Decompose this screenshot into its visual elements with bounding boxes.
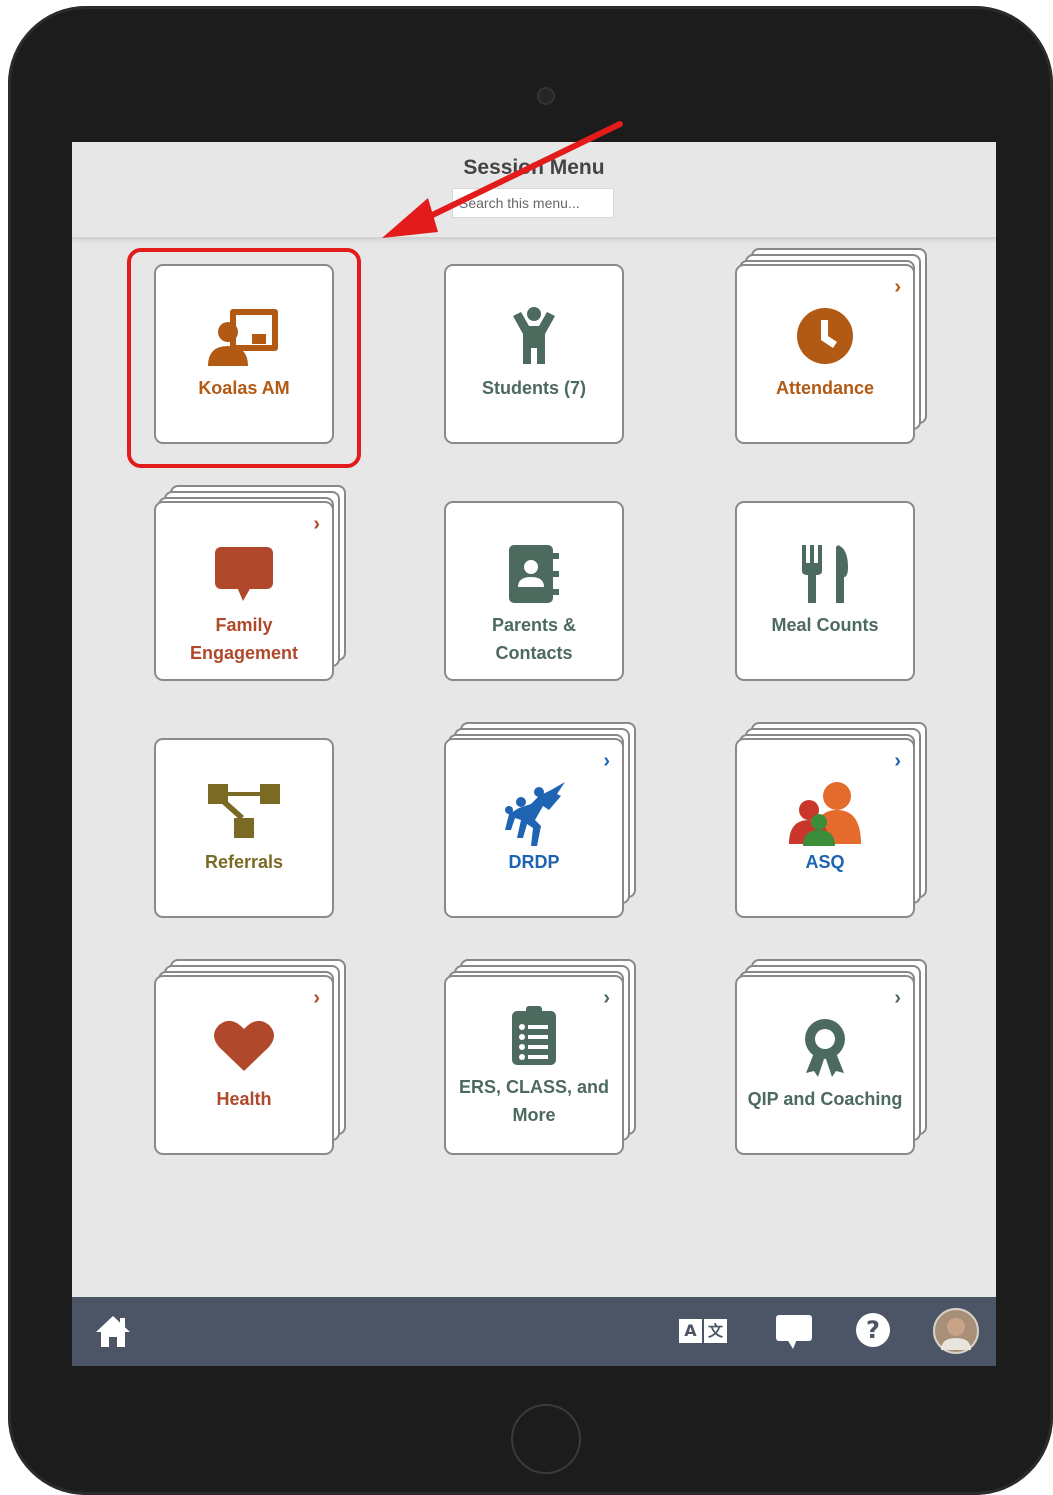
tile-label: Meal Counts (771, 615, 879, 635)
search-input[interactable] (452, 188, 614, 218)
tile-label: ASQ (805, 852, 845, 872)
tile-family-engagement-wrap: › Family Engagement (154, 485, 350, 697)
chevron-right-icon: › (603, 750, 610, 772)
chevron-right-icon: › (313, 987, 320, 1009)
drdp-logo-icon (505, 782, 565, 846)
speech-bubble-icon (215, 547, 273, 601)
tile-label: Parents & Contacts (491, 615, 577, 663)
tile-qip-coaching-wrap: › QIP and Coaching (735, 959, 931, 1171)
tile-qip-coaching[interactable]: › QIP and Coaching (735, 975, 915, 1155)
tile-label: DRDP (508, 852, 560, 872)
address-book-icon (509, 545, 559, 603)
tile-parents-contacts[interactable]: Parents & Contacts (444, 501, 624, 681)
clipboard-list-icon (512, 1006, 556, 1065)
tile-referrals-wrap: Referrals (154, 738, 350, 934)
tile-label: Referrals (204, 852, 284, 872)
tile-health[interactable]: › Health (154, 975, 334, 1155)
tile-family-engagement[interactable]: › Family Engagement (154, 501, 334, 681)
tile-referrals[interactable]: Referrals (154, 738, 334, 918)
tile-drdp-wrap: › DRDP (444, 722, 640, 934)
sitemap-icon (208, 784, 280, 838)
page-title: Session Menu (463, 156, 605, 179)
tile-parents-contacts-wrap: Parents & Contacts (444, 501, 640, 697)
tile-label: QIP and Coaching (747, 1089, 903, 1109)
device-home-button[interactable] (511, 1404, 581, 1474)
session-menu-header: Session Menu (72, 142, 996, 239)
tile-health-wrap: › Health (154, 959, 350, 1171)
tile-ers-class-more[interactable]: › ERS, CLASS, and More (444, 975, 624, 1155)
utensils-icon (802, 545, 848, 603)
chat-icon[interactable] (775, 1313, 813, 1351)
tile-label: Attendance (775, 378, 874, 398)
help-icon[interactable]: ? (856, 1313, 890, 1347)
tile-attendance-wrap: › Attendance (735, 248, 931, 460)
screen: Session Menu Koalas AM Students (7) (72, 142, 996, 1366)
chevron-right-icon: › (894, 276, 901, 298)
chevron-right-icon: › (894, 987, 901, 1009)
translate-glyph-cjk: 文 (704, 1319, 727, 1343)
translate-icon[interactable]: A 文 (679, 1319, 729, 1343)
chevron-right-icon: › (313, 513, 320, 535)
asq-logo-icon (789, 782, 861, 846)
tile-label: ERS, CLASS, and More (458, 1077, 610, 1125)
award-ribbon-icon (805, 1019, 845, 1077)
tile-ers-class-wrap: › ERS, CLASS, and More (444, 959, 640, 1171)
tile-label: Students (7) (481, 378, 586, 398)
tile-attendance[interactable]: › Attendance (735, 264, 915, 444)
tile-drdp[interactable]: › DRDP (444, 738, 624, 918)
tile-students[interactable]: Students (7) (444, 264, 624, 444)
clock-icon (797, 308, 853, 364)
bottom-toolbar: A 文 ? (72, 1297, 996, 1366)
user-avatar[interactable] (933, 1308, 979, 1354)
tile-label: Family Engagement (189, 615, 299, 663)
tile-students-wrap: Students (7) (444, 264, 640, 460)
heart-icon (214, 1020, 274, 1071)
tile-label: Health (216, 1089, 272, 1109)
camera-dot (537, 87, 555, 105)
tile-asq-wrap: › ASQ (735, 722, 931, 934)
highlight-box (127, 248, 361, 468)
chevron-right-icon: › (894, 750, 901, 772)
tile-meal-counts-wrap: Meal Counts (735, 501, 931, 697)
tile-meal-counts[interactable]: Meal Counts (735, 501, 915, 681)
home-icon[interactable] (94, 1314, 132, 1348)
tile-asq[interactable]: › ASQ (735, 738, 915, 918)
chevron-right-icon: › (603, 987, 610, 1009)
child-icon (513, 307, 555, 364)
translate-glyph-a: A (679, 1319, 702, 1343)
